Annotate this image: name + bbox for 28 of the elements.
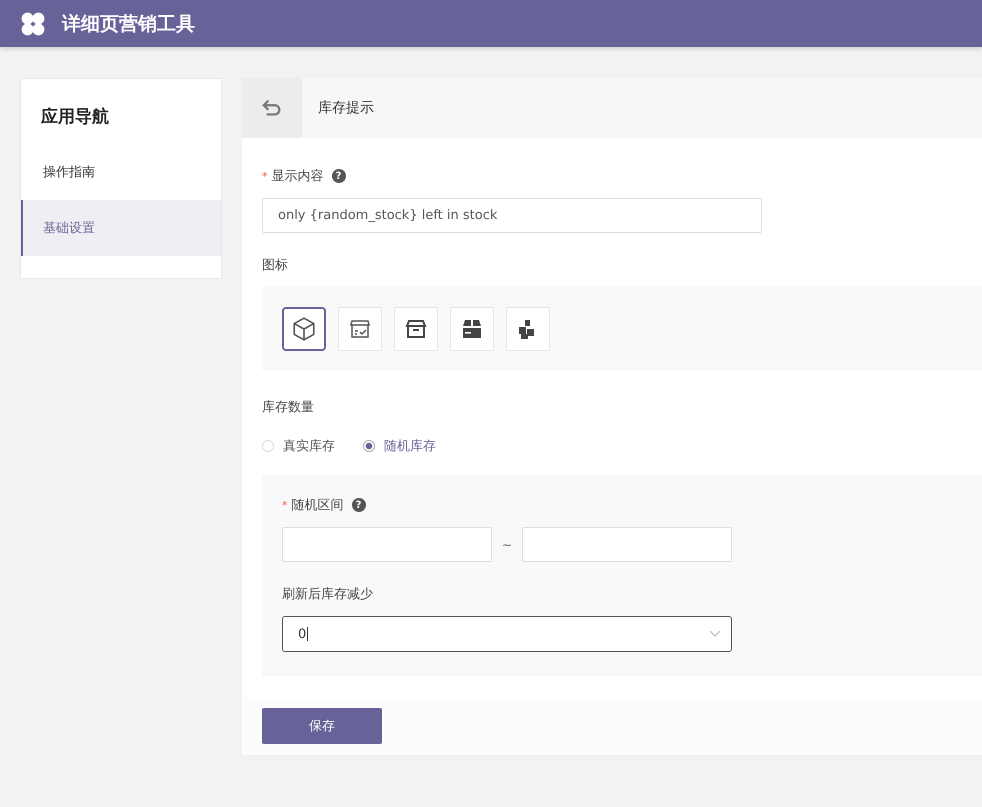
cube-icon <box>291 316 317 342</box>
radio-option[interactable]: 真实库存 <box>262 437 335 455</box>
select-field[interactable]: 0 <box>282 616 732 652</box>
help-icon[interactable]: ? <box>352 498 366 512</box>
field-label: 随机区间 <box>292 497 344 514</box>
sidebar-item[interactable]: 基础设置 <box>21 200 221 256</box>
package-icon <box>460 317 484 341</box>
range-separator: ~ <box>500 538 514 552</box>
radio-option[interactable]: 随机库存 <box>363 437 436 455</box>
chevron-down-icon <box>709 630 721 638</box>
sidebar-title: 应用导航 <box>40 106 110 129</box>
save-button[interactable]: 保存 <box>262 708 382 744</box>
field-label: 图标 <box>262 257 288 274</box>
input-field[interactable] <box>522 527 732 562</box>
panel-title: 库存提示 <box>318 99 374 117</box>
icon-option[interactable] <box>282 307 326 351</box>
input-field[interactable]: only {random_stock} left in stock <box>262 198 762 233</box>
field-label: 显示内容 <box>272 168 324 185</box>
clover-logo-icon <box>20 10 46 36</box>
archive-box-icon <box>404 317 428 341</box>
back-button[interactable] <box>242 78 302 138</box>
required-asterisk: * <box>262 170 268 182</box>
app-title: 详细页营销工具 <box>62 12 195 36</box>
input-field[interactable] <box>282 527 492 562</box>
required-asterisk: * <box>282 498 288 512</box>
help-icon[interactable]: ? <box>332 169 346 183</box>
field-label: 刷新后库存减少 <box>282 586 373 603</box>
field-label: 库存数量 <box>262 399 314 416</box>
